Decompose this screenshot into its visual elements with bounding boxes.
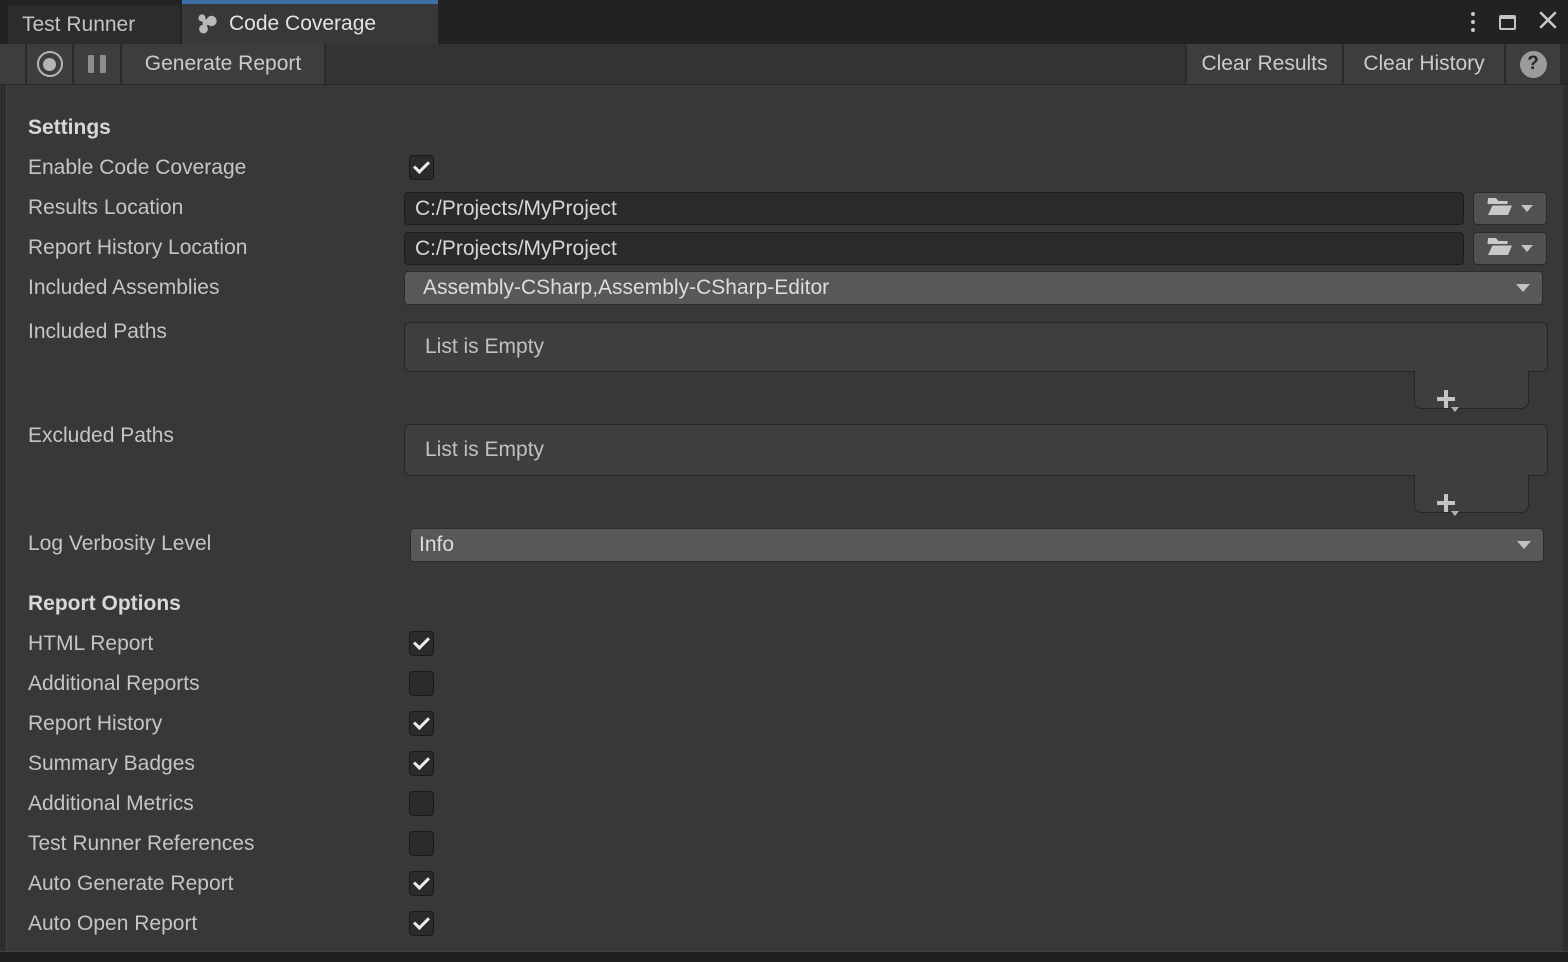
included-assemblies-dropdown[interactable]: Assembly-CSharp,Assembly-CSharp-Editor [404, 271, 1543, 305]
html-report-checkbox[interactable] [409, 631, 434, 656]
chevron-down-icon [1451, 407, 1459, 412]
excluded-paths-list-footer [1414, 475, 1529, 513]
report-options-heading: Report Options [28, 584, 181, 624]
chevron-down-icon [1521, 245, 1533, 252]
enable-code-coverage-checkbox[interactable] [409, 155, 434, 180]
maximize-icon[interactable] [1499, 15, 1516, 30]
settings-heading: Settings [28, 108, 111, 148]
chevron-down-icon [1451, 511, 1459, 516]
report-history-location-browse-button[interactable] [1473, 232, 1547, 265]
tab-test-runner[interactable]: Test Runner [8, 5, 180, 44]
tab-bar: Test Runner Code Coverage [0, 0, 1568, 44]
clear-history-button[interactable]: Clear History [1342, 44, 1504, 84]
close-icon[interactable] [1536, 10, 1560, 35]
generate-report-label: Generate Report [145, 52, 301, 76]
results-location-label: Results Location [28, 188, 183, 228]
clear-results-label: Clear Results [1201, 52, 1327, 76]
window-controls [1467, 0, 1560, 44]
chevron-down-icon [1516, 284, 1530, 292]
code-coverage-window: Test Runner Code Coverage [0, 0, 1568, 962]
auto-open-report-checkbox[interactable] [409, 911, 434, 936]
enable-code-coverage-label: Enable Code Coverage [28, 148, 246, 188]
folder-open-icon [1487, 237, 1513, 261]
included-paths-list[interactable]: List is Empty [404, 322, 1548, 372]
pause-icon [88, 55, 106, 73]
toolbar: Generate Report Clear Results Clear Hist… [0, 44, 1568, 85]
additional-reports-checkbox[interactable] [409, 671, 434, 696]
toolbar-spacer [326, 44, 1185, 84]
toolbar-left-spacer [0, 44, 27, 84]
window-bottom-edge [0, 951, 1568, 962]
kebab-menu-icon[interactable] [1467, 8, 1479, 36]
toolbar-right-edge [1560, 44, 1568, 84]
tab-code-coverage-label: Code Coverage [229, 12, 376, 36]
report-history-label: Report History [28, 704, 162, 744]
test-runner-references-checkbox[interactable] [409, 831, 434, 856]
excluded-paths-list[interactable]: List is Empty [404, 424, 1548, 476]
tab-test-runner-label: Test Runner [22, 13, 135, 37]
summary-badges-label: Summary Badges [28, 744, 195, 784]
log-verbosity-level-dropdown[interactable]: Info [410, 528, 1544, 562]
report-history-location-label: Report History Location [28, 228, 247, 268]
report-history-checkbox[interactable] [409, 711, 434, 736]
test-runner-references-label: Test Runner References [28, 824, 254, 864]
included-paths-label: Included Paths [28, 312, 167, 352]
log-verbosity-level-value: Info [419, 533, 454, 557]
summary-badges-checkbox[interactable] [409, 751, 434, 776]
panel-left-edge [0, 85, 7, 951]
tab-code-coverage[interactable]: Code Coverage [182, 0, 438, 44]
generate-report-button[interactable]: Generate Report [122, 44, 326, 84]
record-button[interactable] [27, 44, 74, 84]
auto-generate-report-label: Auto Generate Report [28, 864, 233, 904]
panel-right-edge [1563, 85, 1568, 951]
included-paths-list-footer [1414, 371, 1529, 409]
chevron-down-icon [1517, 541, 1531, 549]
report-history-location-input[interactable] [404, 232, 1464, 265]
settings-panel: Settings Enable Code Coverage Results Lo… [0, 85, 1568, 951]
coverage-flask-icon [194, 11, 220, 37]
included-assemblies-label: Included Assemblies [28, 268, 219, 308]
additional-reports-label: Additional Reports [28, 664, 200, 704]
record-icon [37, 51, 63, 77]
auto-generate-report-checkbox[interactable] [409, 871, 434, 896]
additional-metrics-checkbox[interactable] [409, 791, 434, 816]
help-icon: ? [1520, 51, 1547, 78]
folder-open-icon [1487, 197, 1513, 221]
auto-open-report-label: Auto Open Report [28, 904, 197, 944]
clear-history-label: Clear History [1363, 52, 1484, 76]
additional-metrics-label: Additional Metrics [28, 784, 194, 824]
pause-button[interactable] [74, 44, 122, 84]
help-button[interactable]: ? [1504, 44, 1560, 84]
included-assemblies-value: Assembly-CSharp,Assembly-CSharp-Editor [423, 276, 829, 300]
chevron-down-icon [1521, 205, 1533, 212]
html-report-label: HTML Report [28, 624, 153, 664]
excluded-paths-empty-text: List is Empty [425, 438, 544, 462]
log-verbosity-level-label: Log Verbosity Level [28, 524, 211, 564]
clear-results-button[interactable]: Clear Results [1185, 44, 1342, 84]
included-paths-empty-text: List is Empty [425, 335, 544, 359]
results-location-input[interactable] [404, 192, 1464, 225]
results-location-browse-button[interactable] [1473, 192, 1547, 225]
excluded-paths-label: Excluded Paths [28, 416, 174, 456]
